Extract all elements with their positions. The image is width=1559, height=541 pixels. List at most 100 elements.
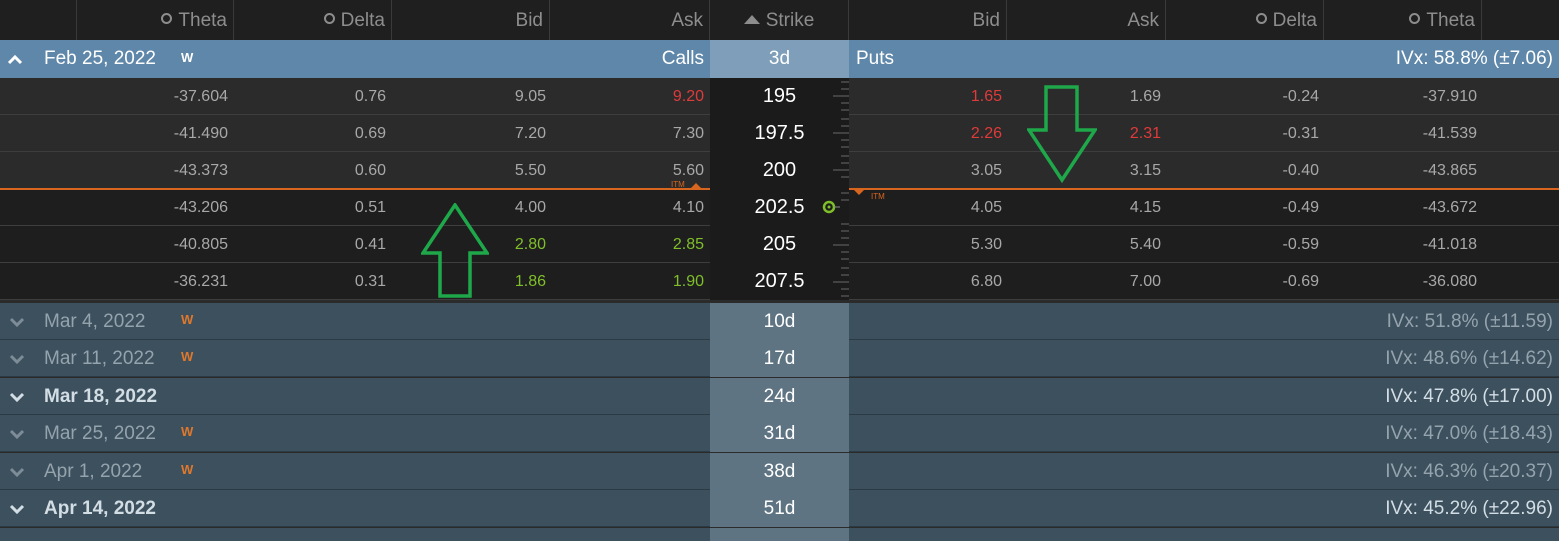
put-theta: -36.080	[1422, 273, 1477, 290]
expiry-date: Mar 4, 2022	[44, 311, 146, 332]
put-bid[interactable]: 2.26	[971, 115, 1002, 152]
header-put-ask[interactable]: Ask	[1007, 0, 1166, 40]
header-put-theta[interactable]: Theta	[1324, 0, 1482, 40]
call-delta: 0.41	[354, 236, 386, 253]
call-theta: -40.805	[173, 236, 228, 253]
call-delta: 0.76	[354, 88, 386, 105]
call-ask[interactable]: 7.30	[673, 115, 704, 152]
put-delta: -0.24	[1282, 88, 1319, 105]
call-theta: -43.206	[173, 199, 228, 216]
expiry-date: Feb 25, 2022	[44, 48, 156, 69]
chevron-down-icon[interactable]	[9, 317, 25, 328]
call-ask[interactable]: 9.20	[673, 78, 704, 115]
call-ask[interactable]: 2.85	[673, 226, 704, 263]
call-delta: 0.60	[354, 162, 386, 179]
days-to-expiry: 31d	[710, 415, 849, 452]
expiry-row[interactable]: Mar 11, 2022 W 17d IVx: 48.6% (±14.62)	[0, 340, 1559, 377]
call-delta: 0.51	[354, 199, 386, 216]
ivx-value: IVx: 47.0% (±18.43)	[1385, 423, 1553, 444]
put-ask[interactable]: 7.00	[1130, 263, 1161, 300]
put-bid[interactable]: 6.80	[971, 263, 1002, 300]
call-ask[interactable]: 4.10	[673, 189, 704, 226]
itm-divider-calls	[0, 188, 710, 190]
days-to-expiry: 51d	[710, 490, 849, 527]
put-ask[interactable]: 2.31	[1130, 115, 1161, 152]
chevron-down-icon[interactable]	[9, 392, 25, 403]
put-bid[interactable]: 4.05	[971, 189, 1002, 226]
ivx-value: IVx: 47.8% (±17.00)	[1385, 386, 1553, 407]
call-theta: -37.604	[173, 88, 228, 105]
table-row[interactable]: -40.805 0.41 2.80 2.85 205 5.30 5.40 -0.…	[0, 226, 1559, 263]
itm-label-calls: ITM	[671, 180, 685, 189]
weekly-badge: W	[181, 424, 194, 439]
table-row[interactable]: -37.604 0.76 9.05 9.20 195 1.65 1.69 -0.…	[0, 78, 1559, 115]
put-ask[interactable]: 5.40	[1130, 226, 1161, 263]
header-call-ask[interactable]: Ask	[550, 0, 710, 40]
days-to-expiry: 38d	[710, 453, 849, 490]
chevron-down-icon[interactable]	[9, 467, 25, 478]
chevron-down-icon[interactable]	[9, 504, 25, 515]
expiry-row[interactable]: Mar 4, 2022 W 10d IVx: 51.8% (±11.59)	[0, 303, 1559, 340]
call-bid[interactable]: 5.50	[515, 152, 546, 189]
table-row[interactable]: -43.373 0.60 5.50 5.60 200 3.05 3.15 -0.…	[0, 152, 1559, 189]
expiry-row-partial[interactable]	[0, 528, 1559, 541]
days-to-expiry: 24d	[710, 378, 849, 415]
expiry-row[interactable]: Apr 1, 2022 W 38d IVx: 46.3% (±20.37)	[0, 453, 1559, 490]
radio-dot-icon	[161, 13, 173, 24]
expiry-header-expanded[interactable]: Feb 25, 2022 W Calls 3d Puts IVx: 58.8% …	[0, 40, 1559, 78]
header-put-delta[interactable]: Delta	[1166, 0, 1324, 40]
expiry-row[interactable]: Mar 18, 2022 24d IVx: 47.8% (±17.00)	[0, 378, 1559, 415]
put-bid[interactable]: 3.05	[971, 152, 1002, 189]
days-to-expiry: 17d	[710, 340, 849, 377]
table-row[interactable]: -43.206 0.51 4.00 4.10 202.5 4.05 4.15 -…	[0, 189, 1559, 226]
call-theta: -41.490	[173, 125, 228, 142]
call-delta: 0.69	[354, 125, 386, 142]
radio-dot-icon	[1409, 13, 1421, 24]
days-to-expiry: 10d	[710, 303, 849, 340]
chevron-down-icon[interactable]	[9, 354, 25, 365]
up-arrow-annotation	[421, 203, 489, 298]
itm-marker-down-icon	[853, 189, 865, 195]
put-theta: -43.672	[1422, 199, 1477, 216]
call-bid[interactable]: 7.20	[515, 115, 546, 152]
call-bid[interactable]: 1.86	[515, 263, 546, 300]
header-strike[interactable]: Strike	[710, 0, 849, 40]
call-bid[interactable]: 2.80	[515, 226, 546, 263]
call-bid[interactable]: 4.00	[515, 189, 546, 226]
puts-label: Puts	[856, 48, 895, 69]
weekly-badge: W	[181, 50, 194, 65]
put-ask[interactable]: 1.69	[1130, 78, 1161, 115]
call-bid[interactable]: 9.05	[515, 78, 546, 115]
expiry-row[interactable]: Apr 14, 2022 51d IVx: 45.2% (±22.96)	[0, 490, 1559, 527]
ivx-value: IVx: 45.2% (±22.96)	[1385, 498, 1553, 519]
table-row[interactable]: -41.490 0.69 7.20 7.30 197.5 2.26 2.31 -…	[0, 115, 1559, 152]
calls-label: Calls	[661, 48, 704, 69]
down-arrow-annotation	[1027, 85, 1097, 183]
put-ask[interactable]: 3.15	[1130, 152, 1161, 189]
call-theta: -36.231	[173, 273, 228, 290]
call-delta: 0.31	[354, 273, 386, 290]
strike-ruler	[833, 81, 849, 297]
chevron-down-icon[interactable]	[9, 429, 25, 440]
weekly-badge: W	[181, 349, 194, 364]
expiry-date: Apr 1, 2022	[44, 461, 143, 482]
call-ask[interactable]: 1.90	[673, 263, 704, 300]
itm-divider-puts	[849, 188, 1559, 190]
put-theta: -41.018	[1422, 236, 1477, 253]
header-call-delta[interactable]: Delta	[234, 0, 392, 40]
radio-dot-icon	[323, 13, 335, 24]
put-delta: -0.31	[1282, 125, 1319, 142]
expiry-row[interactable]: Mar 25, 2022 W 31d IVx: 47.0% (±18.43)	[0, 415, 1559, 452]
header-call-bid[interactable]: Bid	[392, 0, 550, 40]
call-theta: -43.373	[173, 162, 228, 179]
put-bid[interactable]: 1.65	[971, 78, 1002, 115]
table-row[interactable]: -36.231 0.31 1.86 1.90 207.5 6.80 7.00 -…	[0, 263, 1559, 300]
chevron-up-icon[interactable]	[7, 54, 23, 65]
sort-caret-icon	[743, 15, 760, 24]
put-ask[interactable]: 4.15	[1130, 189, 1161, 226]
put-bid[interactable]: 5.30	[971, 226, 1002, 263]
days-to-expiry: 3d	[710, 40, 849, 78]
header-call-theta[interactable]: Theta	[77, 0, 234, 40]
header-put-bid[interactable]: Bid	[849, 0, 1007, 40]
put-delta: -0.69	[1282, 273, 1319, 290]
